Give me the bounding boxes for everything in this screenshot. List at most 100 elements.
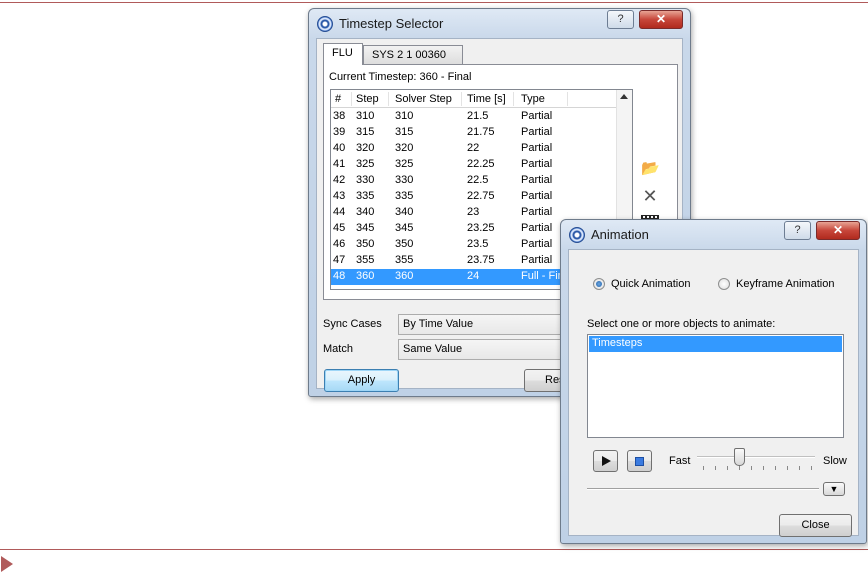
table-row[interactable]: 43 335 335 22.75 Partial (331, 189, 618, 205)
table-cell: 345 (395, 222, 414, 234)
top-rule (0, 2, 868, 3)
column-header-solver-step[interactable]: Solver Step (395, 93, 452, 105)
table-cell: 42 (333, 174, 346, 186)
close-button[interactable]: ✕ (639, 10, 683, 29)
column-header-index[interactable]: # (335, 93, 341, 105)
slow-label: Slow (823, 455, 847, 467)
stop-button[interactable] (627, 450, 652, 472)
scroll-up-arrow-icon[interactable] (620, 94, 628, 99)
table-cell: 23.75 (467, 254, 495, 266)
column-header-time[interactable]: Time [s] (467, 93, 506, 105)
slider-thumb[interactable] (734, 448, 745, 466)
objects-list[interactable]: Timesteps (587, 334, 844, 438)
table-cell: Partial (521, 190, 553, 202)
table-cell: Partial (521, 254, 553, 266)
table-cell: Partial (521, 142, 553, 154)
table-cell: 22.5 (467, 174, 489, 186)
table-cell: 48 (333, 270, 346, 282)
table-cell: 355 (356, 254, 375, 266)
table-cell: 23 (467, 206, 480, 218)
slider-tick (715, 466, 716, 470)
close-button[interactable]: ✕ (816, 221, 860, 240)
column-header-step[interactable]: Step (356, 93, 379, 105)
table-cell: 40 (333, 142, 346, 154)
column-divider[interactable] (351, 92, 352, 106)
table-cell: Partial (521, 174, 553, 186)
slider-tick (811, 466, 812, 470)
animation-window: Animation ? ✕ Quick Animation Keyframe A… (560, 219, 867, 544)
table-row[interactable]: 41 325 325 22.25 Partial (331, 157, 618, 173)
list-item-timesteps[interactable]: Timesteps (589, 336, 842, 352)
column-header-type[interactable]: Type (521, 93, 545, 105)
stop-icon (635, 457, 644, 466)
fast-label: Fast (669, 455, 691, 467)
table-cell: 315 (395, 126, 414, 138)
table-cell: 23.25 (467, 222, 495, 234)
timestep-titlebar[interactable]: Timestep Selector ? ✕ (309, 9, 690, 37)
table-cell: 44 (333, 206, 346, 218)
table-cell: 23.5 (467, 238, 489, 250)
table-cell: 39 (333, 126, 346, 138)
table-row[interactable]: 39 315 315 21.75 Partial (331, 125, 618, 141)
speed-slider[interactable] (697, 446, 815, 472)
close-dialog-button[interactable]: Close (779, 514, 852, 537)
table-row[interactable]: 42 330 330 22.5 Partial (331, 173, 618, 189)
delete-x-icon[interactable]: ✕ (641, 187, 659, 205)
table-cell: 22.75 (467, 190, 495, 202)
table-cell: 310 (395, 110, 414, 122)
quick-animation-label[interactable]: Quick Animation (611, 278, 690, 290)
table-cell: 38 (333, 110, 346, 122)
keyframe-animation-radio[interactable] (718, 278, 730, 290)
slider-track[interactable] (697, 456, 815, 458)
table-cell: 320 (395, 142, 414, 154)
table-cell: 335 (356, 190, 375, 202)
table-cell: 360 (395, 270, 414, 282)
slider-tick (799, 466, 800, 470)
sync-cases-label: Sync Cases (323, 318, 382, 330)
column-divider[interactable] (461, 92, 462, 106)
divider (587, 488, 819, 490)
help-button[interactable]: ? (784, 221, 811, 240)
window-title: Timestep Selector (339, 16, 444, 31)
table-cell: 355 (395, 254, 414, 266)
table-cell: Partial (521, 222, 553, 234)
table-cell: Partial (521, 110, 553, 122)
table-cell: 22 (467, 142, 480, 154)
open-folder-icon[interactable]: 📂 (641, 161, 660, 177)
table-cell: Partial (521, 206, 553, 218)
apply-button[interactable]: Apply (324, 369, 399, 392)
table-cell: 21.75 (467, 126, 495, 138)
table-cell: Partial (521, 126, 553, 138)
tab-flu[interactable]: FLU (323, 43, 363, 65)
app-eye-icon (317, 16, 333, 32)
table-cell: 46 (333, 238, 346, 250)
table-row[interactable]: 38 310 310 21.5 Partial (331, 109, 618, 125)
play-button[interactable] (593, 450, 618, 472)
table-cell: 350 (395, 238, 414, 250)
table-cell: 45 (333, 222, 346, 234)
column-divider[interactable] (388, 92, 389, 106)
expand-chevron-icon[interactable]: ▼ (823, 482, 845, 496)
table-cell: 340 (395, 206, 414, 218)
keyframe-animation-label[interactable]: Keyframe Animation (736, 278, 834, 290)
table-row[interactable]: 40 320 320 22 Partial (331, 141, 618, 157)
table-cell: 340 (356, 206, 375, 218)
table-cell: 325 (356, 158, 375, 170)
slider-tick (703, 466, 704, 470)
play-icon (602, 456, 611, 466)
slider-tick (751, 466, 752, 470)
quick-animation-radio[interactable] (593, 278, 605, 290)
animation-client: Quick Animation Keyframe Animation Selec… (568, 249, 859, 537)
table-cell: 345 (356, 222, 375, 234)
current-timestep-label: Current Timestep: 360 - Final (329, 71, 472, 83)
tab-sys[interactable]: SYS 2 1 00360 (363, 45, 463, 65)
table-cell: 315 (356, 126, 375, 138)
table-cell: 22.25 (467, 158, 495, 170)
help-button[interactable]: ? (607, 10, 634, 29)
table-cell: 47 (333, 254, 346, 266)
animation-titlebar[interactable]: Animation ? ✕ (561, 220, 866, 248)
column-divider[interactable] (513, 92, 514, 106)
column-divider[interactable] (567, 92, 568, 106)
slider-tick (787, 466, 788, 470)
table-cell: 320 (356, 142, 375, 154)
